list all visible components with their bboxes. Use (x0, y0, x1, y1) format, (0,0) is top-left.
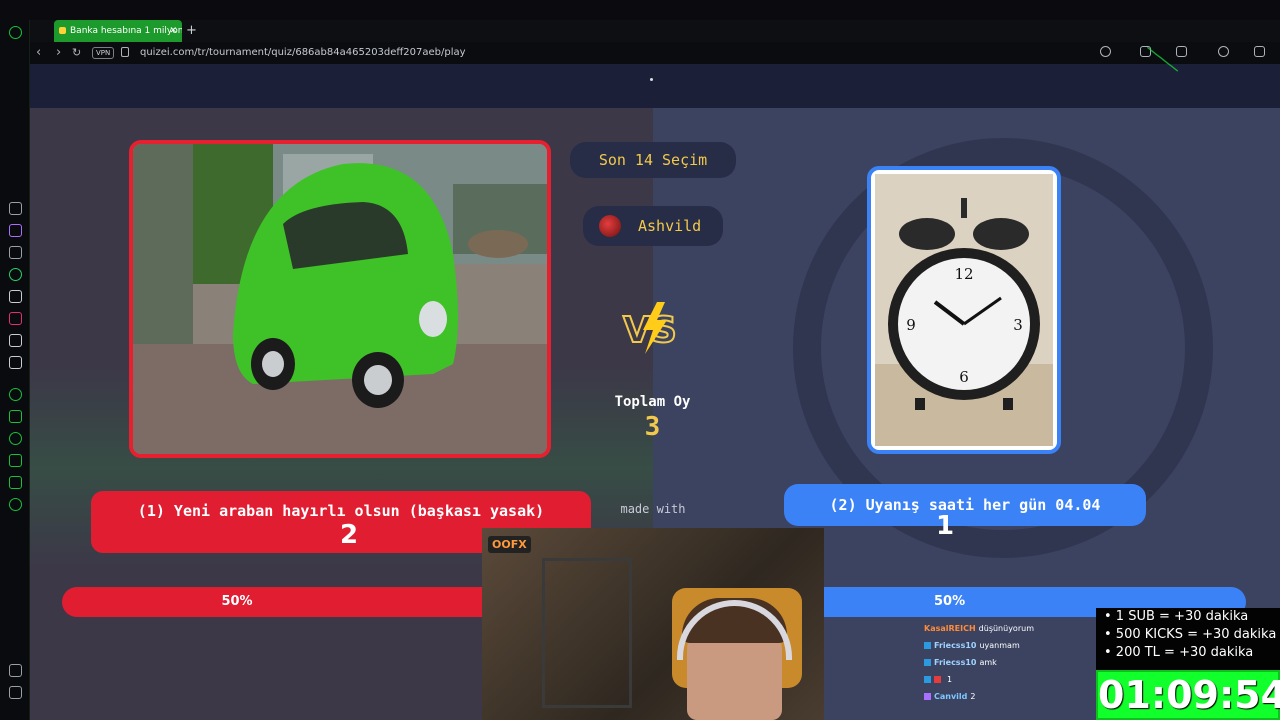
option-left-percent: 50% (221, 594, 253, 609)
history-icon[interactable] (9, 432, 22, 445)
back-icon[interactable]: ‹ (36, 44, 41, 62)
menu-icon[interactable] (1254, 46, 1265, 57)
subathon-rule: • 1 SUB = +30 dakika (1104, 609, 1249, 624)
heart-icon[interactable] (9, 410, 22, 423)
option-right-vote-count: 1 (936, 511, 955, 541)
player-icon[interactable] (9, 388, 22, 401)
webcam-logo: OOFX (488, 536, 531, 553)
zoom-icon[interactable] (1100, 46, 1111, 57)
option-right-button[interactable]: (2) Uyanış saati her gün 04.04 (784, 484, 1146, 526)
reload-icon[interactable]: ↻ (72, 44, 81, 62)
total-votes-label: Toplam Oy (614, 394, 691, 410)
svg-text:9: 9 (906, 316, 916, 334)
svg-text:6: 6 (959, 368, 969, 386)
subathon-rules: • 1 SUB = +30 dakika • 500 KICKS = +30 d… (1096, 608, 1280, 670)
chat-message: Friecss10 amk (924, 654, 1104, 671)
percent-icon[interactable] (9, 246, 22, 259)
tab-title: Banka hesabına 1 milyon d (70, 26, 182, 36)
ai-icon[interactable] (9, 202, 22, 215)
made-with-text: made with (620, 502, 686, 516)
tab-favicon-icon (59, 27, 66, 34)
twitch-icon[interactable] (9, 224, 22, 237)
total-votes-value: 3 (644, 412, 661, 442)
creator-avatar (599, 215, 621, 237)
instagram-icon[interactable] (9, 312, 22, 325)
tiktok-icon[interactable] (9, 334, 22, 347)
webcam-shelf (542, 558, 632, 708)
opera-logo-icon[interactable] (9, 26, 22, 39)
address-bar: ‹ › ↻ VPN quizei.com/tr/tournament/quiz/… (0, 42, 1280, 64)
gx-icon[interactable] (9, 664, 22, 677)
download-icon[interactable] (9, 454, 22, 467)
lock-icon (121, 47, 129, 57)
chat-badge-icon (924, 693, 931, 700)
chat-badge-icon (934, 676, 941, 683)
browser-sidebar (0, 20, 30, 720)
subathon-panel: • 1 SUB = +30 dakika • 500 KICKS = +30 d… (1096, 608, 1280, 720)
vpn-badge[interactable]: VPN (92, 47, 115, 59)
svg-text:3: 3 (1013, 316, 1023, 334)
option-left-vote-count: 2 (340, 520, 359, 550)
subathon-timer: 01:09:54 (1096, 670, 1280, 720)
header-dot (650, 78, 653, 81)
subathon-rule: • 500 KICKS = +30 dakika (1104, 627, 1277, 642)
chat-message: Friecss10 uyanmam (924, 637, 1104, 654)
forward-icon[interactable]: › (56, 44, 61, 62)
discord-icon[interactable] (9, 290, 22, 303)
screen: Banka hesabına 1 milyon d ✕ + ‹ › ↻ VPN … (0, 0, 1280, 720)
subathon-rule: • 200 TL = +30 dakika (1104, 645, 1254, 660)
vs-lightning-icon: VS (622, 302, 678, 354)
extensions-sidebar-icon[interactable] (9, 476, 22, 489)
extensions-icon[interactable] (1176, 46, 1187, 57)
tab-close-icon[interactable]: ✕ (169, 20, 177, 42)
green-car-image (133, 144, 547, 454)
alarm-clock-image: 12 6 3 9 (875, 174, 1053, 446)
browser-tab-active[interactable]: Banka hesabına 1 milyon d ✕ (54, 20, 182, 42)
url-field[interactable]: quizei.com/tr/tournament/quiz/686ab84a46… (140, 42, 466, 64)
chat-badge-icon (924, 659, 931, 666)
more-icon[interactable] (9, 686, 22, 699)
chat-message: KasalREICH düşünüyorum (924, 624, 1034, 633)
site-header (30, 64, 1280, 108)
option-right-image-card[interactable]: 12 6 3 9 (867, 166, 1061, 454)
browser-tab-bar: Banka hesabına 1 milyon d ✕ + (0, 20, 1280, 42)
creator-name: Ashvild (638, 217, 702, 235)
chat-badge-icon (924, 642, 931, 649)
profile-icon[interactable] (1218, 46, 1229, 57)
chat-message: 1 (924, 671, 1104, 688)
option-left-image-card[interactable] (129, 140, 551, 458)
settings-icon[interactable] (9, 498, 22, 511)
chat-badge-icon (924, 676, 931, 683)
option-right-percent: 50% (934, 594, 966, 609)
whatsapp-icon[interactable] (9, 268, 22, 281)
svg-text:12: 12 (954, 265, 973, 283)
chat-message: Canvild 2 (924, 688, 1104, 705)
stream-chat: KasalREICH düşünüyorum Friecss10 uyanmam F… (924, 620, 1104, 710)
streamer-webcam: OOFX (482, 528, 824, 720)
x-icon[interactable] (9, 356, 22, 369)
creator-badge[interactable]: Ashvild (583, 206, 723, 246)
new-tab-icon[interactable]: + (186, 20, 197, 42)
round-badge: Son 14 Seçim (570, 142, 736, 178)
